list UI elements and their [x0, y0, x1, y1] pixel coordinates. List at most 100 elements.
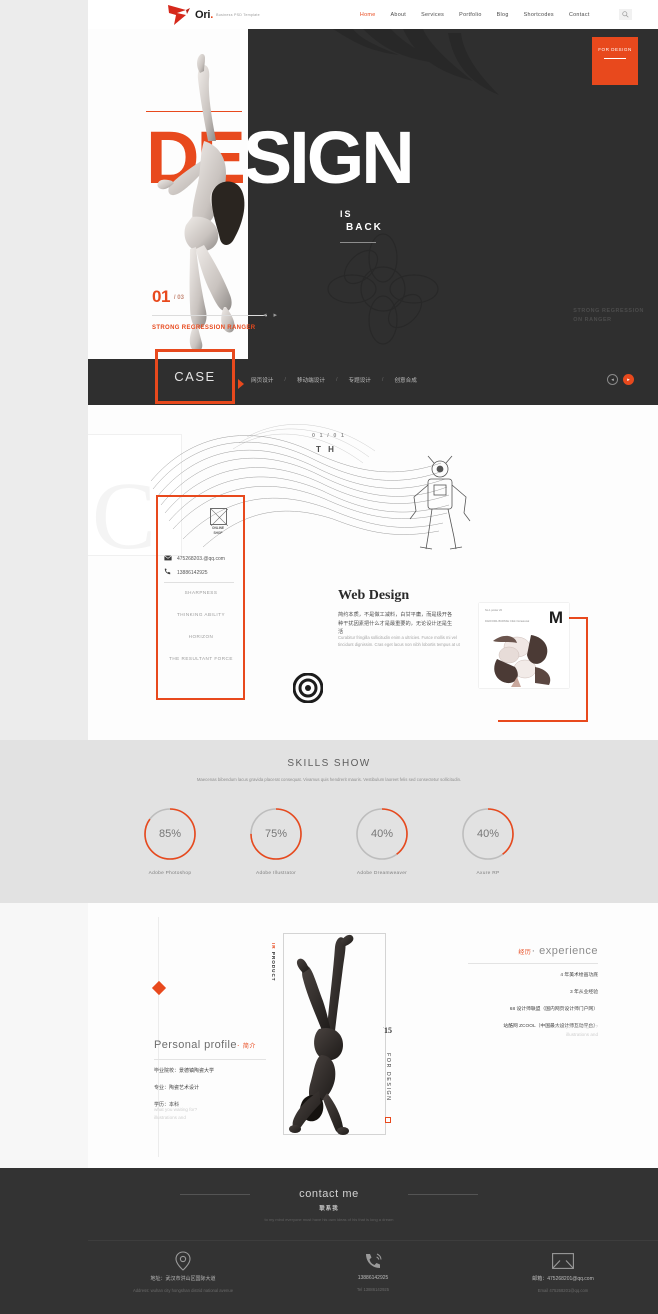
footer-column-email: 邮箱：475268201@qq.com Email 475268201@qq.c… — [468, 1250, 658, 1293]
online-shop-label-1: ONLINE — [211, 526, 225, 530]
skill-value-dreamweaver: 40% — [370, 828, 394, 840]
profile-title-en: Personal profile — [154, 1039, 237, 1051]
case-separator-1: / — [284, 377, 286, 383]
robot-artwork — [400, 455, 482, 553]
profile-vertical-label: IR PRODUCT — [270, 943, 277, 982]
profile-faint-line1: what you waiting for? — [154, 1107, 198, 1112]
online-shop-square — [209, 508, 228, 527]
case-filter-mobile[interactable]: 移动端设计 — [297, 376, 325, 384]
hero-sub-is: IS — [340, 209, 353, 219]
case-title-box: CASE — [155, 349, 235, 404]
hero-sub-underline — [340, 242, 376, 243]
experience-item-2: 3 年从业经验 — [570, 990, 598, 995]
case-filter-creative[interactable]: 创意合成 — [394, 376, 416, 384]
profile-faint-text: what you waiting for? illustrations and — [154, 1106, 197, 1122]
hero-next-arrow-icon[interactable]: ▸ — [274, 311, 278, 319]
case-keyword-horizon: HORIZON — [188, 634, 214, 639]
hero-side-label: STRONG REGRESSION ON RANGER — [573, 307, 644, 325]
hero-prev-arrow-icon[interactable]: ◂ — [263, 311, 267, 319]
footer-column-address: 地址：武汉市洪山区国际大道 Address: wuhan city hongsh… — [88, 1250, 278, 1293]
case-counter: 0 1 / 0 1 — [312, 433, 346, 439]
case-slider-controls: ◂ ▸ — [607, 374, 634, 385]
magnolia-illustration — [487, 625, 561, 688]
case-filter-web[interactable]: 网页设计 — [251, 376, 273, 384]
footer-title-text: contact me — [299, 1188, 359, 1200]
profile-faint-line2: illustrations and — [154, 1115, 186, 1120]
skill-label-photoshop: Adobe Photoshop — [148, 871, 192, 876]
skill-label-axure: Axure RP — [476, 871, 500, 876]
page-root: Ori. Business PSD Template Home About Se… — [0, 0, 658, 1314]
case-contact-list: 475268203.@qq.com 13886142925 — [164, 555, 246, 583]
case-showcase-section: C 0 1 / 0 1 T H ONLINE SHOP 475268203.@q… — [88, 405, 658, 740]
footer-separator — [88, 1240, 658, 1241]
hero-caption-divider — [152, 315, 267, 316]
case-poster-card[interactable]: M No.1 poster 20 DAFFODIL BURSSH Click O… — [479, 603, 569, 688]
hero-side-label-line1: STRONG REGRESSION — [573, 308, 644, 314]
experience-faint-line1: what you waiting for? — [554, 1024, 598, 1029]
experience-item-3: 68 设计师联盟（国内网页设计师门户网） — [509, 1007, 598, 1012]
search-button[interactable] — [618, 9, 632, 20]
for-design-badge[interactable]: FOR DESIGN — [592, 37, 638, 85]
footer-contact-columns: 地址：武汉市洪山区国际大道 Address: wuhan city hongsh… — [88, 1250, 658, 1293]
skill-item-dreamweaver: 40% Adobe Dreamweaver — [351, 806, 413, 876]
footer-email-line1: 邮箱：475268201@qq.com — [532, 1276, 594, 1282]
profile-section: IR PRODUCT '15 FOR DESIGN Personal profi… — [0, 903, 658, 1168]
case-filter-list: 网页设计 / 移动端设计 / 专题设计 / 创意合成 — [251, 376, 417, 384]
skills-title: SKILLS SHOW — [287, 758, 371, 769]
profile-diamond-marker — [151, 980, 167, 996]
hero-sub-back: BACK — [346, 222, 383, 233]
case-filter-topic[interactable]: 专题设计 — [349, 376, 371, 384]
palm-leaf-decoration-icon — [303, 29, 503, 119]
case-contact-email-row[interactable]: 475268203.@qq.com — [164, 555, 246, 563]
nav-item-about[interactable]: About — [391, 12, 407, 18]
nav-item-blog[interactable]: Blog — [497, 12, 509, 18]
nav-item-services[interactable]: Services — [421, 12, 444, 18]
profile-title-cn: 简介 — [242, 1044, 256, 1050]
search-icon — [621, 11, 629, 18]
hero-slide-counter: 01/ 03 — [152, 287, 184, 307]
profile-detail-school: 毕业院校：景德镇陶瓷大学 — [154, 1068, 215, 1074]
case-separator-2: / — [335, 377, 338, 383]
nav-item-contact[interactable]: Contact — [569, 12, 590, 18]
skill-value-axure: 40% — [476, 828, 500, 840]
dancer-photo — [138, 49, 283, 359]
case-article-body-cn: 简约本质，不是做工减料，白甘平庸，而是极开各种干扰因素把什么才是最重要的，无论设… — [338, 612, 453, 635]
case-article-body-en: Curabitur fringilla sollicitudin enim a … — [338, 635, 460, 647]
footer-phone-line2: Tel 13886142925 — [356, 1287, 390, 1292]
footer-address-line2: Address: wuhan city hongshan distrid nat… — [132, 1288, 234, 1293]
experience-faint-line2: illustrations and — [566, 1032, 598, 1037]
case-contact-phone-row[interactable]: 13886142925 — [164, 568, 246, 577]
envelope-icon — [468, 1250, 658, 1272]
profile-photo-caption: FOR DESIGN — [385, 1053, 391, 1102]
profile-inner: IR PRODUCT '15 FOR DESIGN Personal profi… — [88, 903, 658, 1168]
nav-item-portfolio[interactable]: Portfolio — [459, 12, 481, 18]
case-next-button[interactable]: ▸ — [623, 374, 634, 385]
for-design-underline — [604, 58, 626, 59]
online-shop-icon: ONLINE SHOP — [208, 508, 228, 535]
nav-item-shortcodes[interactable]: Shortcodes — [524, 12, 554, 18]
case-prev-button[interactable]: ◂ — [607, 374, 618, 385]
hero-caption: STRONG REGRESSION RANGER — [152, 325, 256, 331]
skill-label-illustrator: Adobe Illustrator — [255, 871, 297, 876]
skills-description: Maecenas bibendum lacus gravida placerat… — [196, 777, 462, 782]
online-shop-label-2: SHOP — [213, 531, 223, 535]
experience-title-underline — [468, 963, 598, 964]
site-header: Ori. Business PSD Template Home About Se… — [88, 0, 658, 29]
hero-slider-arrows[interactable]: ◂ ▸ — [263, 311, 277, 319]
footer-title: contact me — [0, 1168, 658, 1200]
logo-text: Ori. — [195, 8, 214, 21]
skill-ring-illustrator: 75% — [248, 806, 304, 862]
case-contact-divider — [164, 582, 234, 583]
bird-logo-icon — [166, 4, 192, 26]
case-article-title: Web Design — [338, 588, 410, 603]
experience-faint-text: what you waiting for? illustrations and — [388, 1023, 598, 1039]
case-keyword-sharpness: SHARPNESS — [184, 590, 218, 595]
case-title: CASE — [174, 369, 216, 384]
nav-item-home[interactable]: Home — [360, 12, 376, 18]
case-navigation-bar: CASE 网页设计 / 移动端设计 / 专题设计 / 创意合成 ◂ ▸ — [88, 349, 658, 405]
skills-section: SKILLS SHOW Maecenas bibendum lacus grav… — [0, 740, 658, 903]
profile-vertical-label-text: PRODUCT — [271, 951, 276, 982]
footer-title-cn: 联系我 — [319, 1206, 339, 1212]
case-keyword-list: SHARPNESS THINKING ABILITY HORIZON THE R… — [158, 590, 244, 678]
logo[interactable]: Ori. Business PSD Template — [166, 4, 260, 26]
